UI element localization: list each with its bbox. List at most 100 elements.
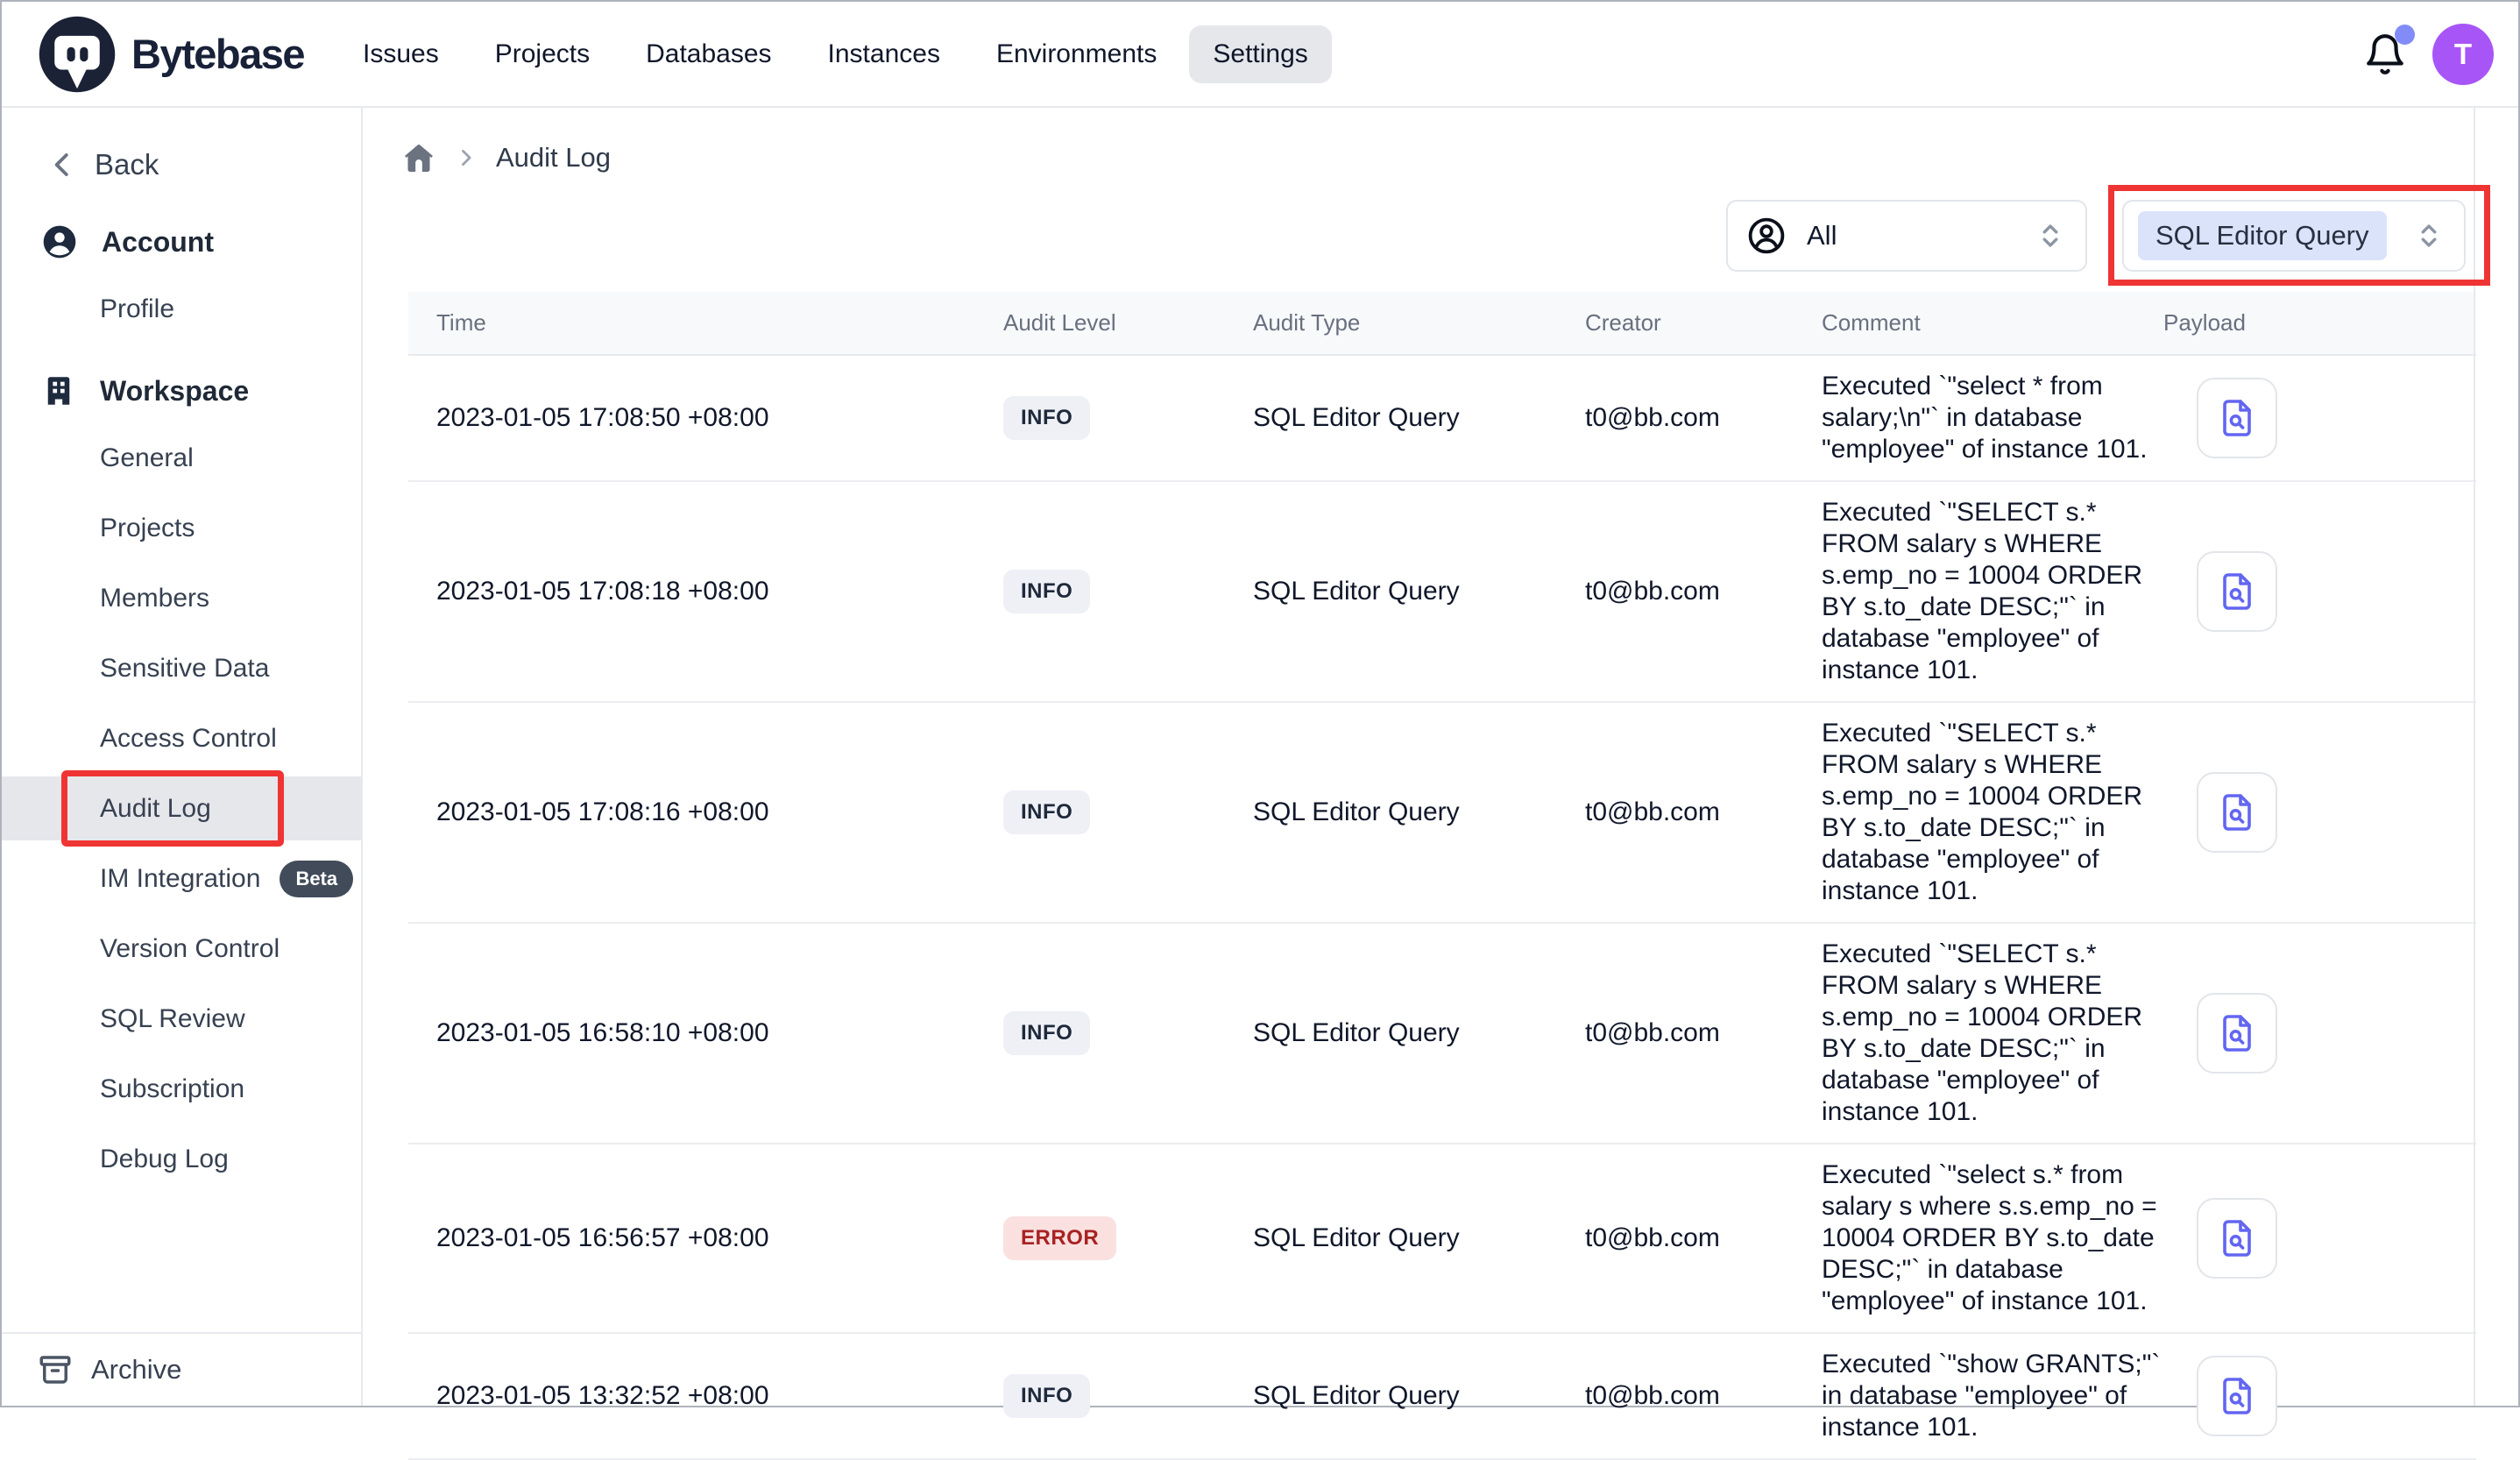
sidebar-item-label: Audit Log — [100, 794, 211, 824]
cell-creator: t0@bb.com — [1585, 1018, 1822, 1048]
archive-icon — [37, 1351, 74, 1388]
sidebar-item-label: Profile — [100, 294, 174, 324]
audit-level-badge: ERROR — [1003, 1216, 1116, 1260]
creator-filter-select[interactable]: All — [1726, 200, 2087, 272]
nav-item-settings[interactable]: Settings — [1189, 25, 1331, 83]
sidebar-item-label: Sensitive Data — [100, 654, 269, 684]
sidebar-item-label: Members — [100, 584, 209, 613]
sidebar-item-label: General — [100, 443, 194, 473]
nav-item-databases[interactable]: Databases — [622, 25, 795, 83]
sidebar-item-projects[interactable]: Projects — [2, 496, 361, 560]
col-header-payload: Payload — [2163, 309, 2476, 337]
user-circle-icon — [40, 223, 79, 261]
sidebar-item-label: Access Control — [100, 724, 277, 754]
sidebar-section-account: Account — [2, 213, 361, 271]
sidebar-item-subscription[interactable]: Subscription — [2, 1057, 361, 1121]
cell-payload — [2163, 551, 2476, 632]
sidebar-item-members[interactable]: Members — [2, 566, 361, 630]
payload-view-button[interactable] — [2197, 772, 2277, 853]
cell-payload — [2163, 993, 2476, 1074]
sidebar-item-access-control[interactable]: Access Control — [2, 706, 361, 770]
payload-view-button[interactable] — [2197, 1198, 2277, 1279]
sidebar-section-workspace: Workspace — [2, 362, 361, 420]
table-row: 2023-01-05 13:32:52 +08:00INFOSQL Editor… — [408, 1334, 2476, 1460]
sidebar-item-im-integration[interactable]: IM Integration Beta — [2, 847, 361, 911]
beta-badge: Beta — [280, 861, 353, 897]
cell-time: 2023-01-05 17:08:18 +08:00 — [436, 577, 1003, 606]
brand-name: Bytebase — [131, 30, 304, 78]
nav-item-instances[interactable]: Instances — [804, 25, 964, 83]
sidebar-item-general[interactable]: General — [2, 426, 361, 490]
col-header-time: Time — [436, 309, 1003, 337]
cell-audit-type: SQL Editor Query — [1253, 403, 1585, 433]
table-row: 2023-01-05 17:08:50 +08:00INFOSQL Editor… — [408, 356, 2476, 482]
back-button[interactable]: Back — [2, 138, 361, 192]
home-icon[interactable] — [401, 140, 436, 175]
sidebar-item-archive[interactable]: Archive — [2, 1332, 361, 1406]
table-header: Time Audit Level Audit Type Creator Comm… — [408, 292, 2476, 356]
table-row: 2023-01-05 16:58:10 +08:00INFOSQL Editor… — [408, 924, 2476, 1145]
payload-view-button[interactable] — [2197, 378, 2277, 458]
user-circle-outline-icon — [1745, 215, 1787, 257]
sidebar-item-label: Version Control — [100, 934, 280, 964]
file-search-icon — [2216, 571, 2258, 613]
back-label: Back — [95, 148, 159, 181]
nav-item-issues[interactable]: Issues — [339, 25, 463, 83]
payload-view-button[interactable] — [2197, 551, 2277, 632]
cell-audit-type: SQL Editor Query — [1253, 1381, 1585, 1411]
sidebar-item-debug-log[interactable]: Debug Log — [2, 1127, 361, 1191]
cell-audit-type: SQL Editor Query — [1253, 1018, 1585, 1048]
bytebase-logo[interactable]: Bytebase — [37, 14, 304, 95]
cell-payload — [2163, 772, 2476, 853]
cell-creator: t0@bb.com — [1585, 1381, 1822, 1411]
audit-level-badge: INFO — [1003, 790, 1090, 834]
cell-audit-type: SQL Editor Query — [1253, 1223, 1585, 1253]
cell-audit-type: SQL Editor Query — [1253, 797, 1585, 827]
sidebar-item-version-control[interactable]: Version Control — [2, 917, 361, 981]
table-row: 2023-01-05 17:08:16 +08:00INFO SQL Editor… — [408, 703, 2476, 924]
audit-level-badge: INFO — [1003, 570, 1090, 613]
file-search-icon — [2216, 1375, 2258, 1417]
sidebar-item-profile[interactable]: Profile — [2, 277, 361, 341]
col-header-creator: Creator — [1585, 309, 1822, 337]
avatar[interactable]: T — [2432, 24, 2494, 85]
navbar-right: T — [2362, 24, 2494, 85]
col-header-audit-type: Audit Type — [1253, 309, 1585, 337]
type-filter-select[interactable]: SQL Editor Query — [2122, 200, 2466, 272]
cell-comment: Executed `"select * from salary;\n"` in … — [1822, 371, 2163, 465]
cell-payload — [2163, 1198, 2476, 1279]
payload-view-button[interactable] — [2197, 1356, 2277, 1436]
sidebar-item-label: Projects — [100, 514, 195, 543]
cell-audit-level: INFO — [1003, 570, 1253, 613]
sidebar-item-audit-log[interactable]: Audit Log — [2, 776, 361, 840]
sidebar-sections: Account Profile Workspace General Projects Me… — [2, 213, 361, 1191]
filter-bar: All SQL Editor Query — [363, 199, 2518, 273]
type-filter-value: SQL Editor Query — [2138, 211, 2387, 260]
chevron-updown-icon — [2035, 220, 2066, 252]
audit-level-badge: INFO — [1003, 396, 1090, 440]
nav-item-projects[interactable]: Projects — [471, 25, 613, 83]
scroll-track[interactable] — [2474, 108, 2475, 1406]
table-row: 2023-01-05 17:08:18 +08:00INFO SQL Editor… — [408, 482, 2476, 703]
sidebar-item-sql-review[interactable]: SQL Review — [2, 987, 361, 1051]
sidebar-item-label: Subscription — [100, 1074, 244, 1104]
cell-time: 2023-01-05 16:56:57 +08:00 — [436, 1223, 1003, 1253]
top-navbar: Bytebase IssuesProjectsDatabasesInstance… — [2, 2, 2518, 108]
cell-audit-level: INFO — [1003, 1011, 1253, 1055]
cell-audit-level: ERROR — [1003, 1216, 1253, 1260]
archive-label: Archive — [91, 1354, 181, 1386]
cell-audit-type: SQL Editor Query — [1253, 577, 1585, 606]
payload-view-button[interactable] — [2197, 993, 2277, 1074]
breadcrumb: Audit Log — [363, 138, 2518, 178]
cell-audit-level: INFO — [1003, 1374, 1253, 1418]
cell-payload — [2163, 378, 2476, 458]
nav-item-environments[interactable]: Environments — [973, 25, 1180, 83]
notifications-button[interactable] — [2362, 32, 2408, 77]
cell-creator: t0@bb.com — [1585, 1223, 1822, 1253]
sidebar-item-label: IM Integration — [100, 864, 260, 894]
cell-time: 2023-01-05 17:08:16 +08:00 — [436, 797, 1003, 827]
col-header-audit-level: Audit Level — [1003, 309, 1253, 337]
breadcrumb-chevron-icon — [454, 145, 478, 170]
bytebase-logo-icon — [37, 14, 117, 95]
sidebar-item-sensitive-data[interactable]: Sensitive Data — [2, 636, 361, 700]
